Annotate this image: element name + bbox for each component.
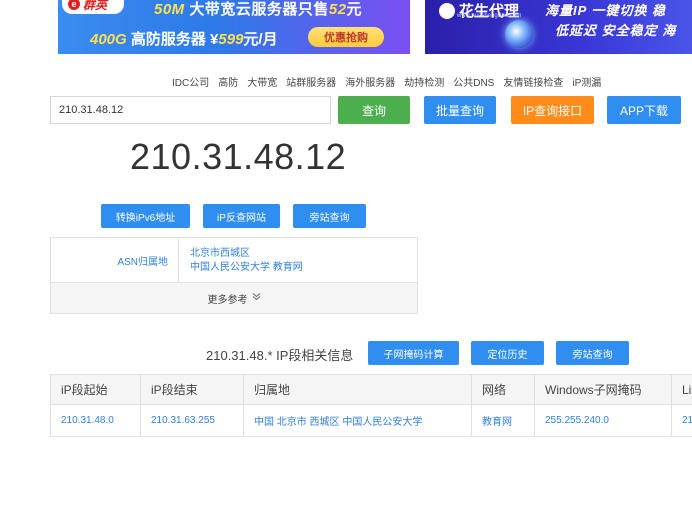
side-site-button[interactable]: 旁站查询 [293,204,366,228]
col-header-win-mask: Windows子网掩码 [534,374,672,405]
batch-query-button[interactable]: 批量查询 [424,96,496,124]
col-header-network: 网络 [471,374,535,405]
ad-banner-qunying[interactable]: e 群英 50M 大带宽云服务器只售52元 400G 高防服务器 ¥599元/月… [58,0,410,54]
result-ip: 210.31.48.12 [130,136,347,177]
cell-win-mask[interactable]: 255.255.240.0 [534,404,672,437]
asn-org-link[interactable]: 中国人民公安大学 教育网 [190,261,303,275]
banner-left-line2: 400G 高防服务器 ¥599元/月 [90,28,278,49]
nav-link-friendlink[interactable]: 友情链接检查 [503,74,563,89]
nav-links: IDC公司 高防 大带宽 站群服务器 海外服务器 劫持检测 公共DNS 友情链接… [172,74,610,89]
nav-link-gaofang[interactable]: 高防 [218,74,238,89]
banner-left-line2-price: 599 [218,31,244,48]
col-header-end: iP段结束 [140,374,244,405]
app-download-button[interactable]: APP下载 [607,96,681,124]
table-row: 210.31.48.0 210.31.63.255 中国 北京市 西城区 中国人… [50,404,692,437]
cell-location[interactable]: 中国 北京市 西城区 中国人民公安大学 [243,404,472,437]
banner-left-line1-mid: 大带宽云服务器只售 [184,1,329,18]
segment-side-site-button[interactable]: 旁站查询 [556,341,629,365]
nav-link-overseas[interactable]: 海外服务器 [345,74,395,89]
nav-link-hijack[interactable]: 劫持检测 [404,74,444,89]
nav-link-dns[interactable]: 公共DNS [453,74,494,89]
banner-left-line1: 50M 大带宽云服务器只售52元 [154,0,362,19]
huasheng-logo-icon [439,2,455,19]
segment-title: 210.31.48.* IP段相关信息 [206,348,354,363]
qunying-logo: e 群英 [62,0,124,14]
segment-header-row: iP段起始 iP段结束 归属地 网络 Windows子网掩码 Linux [50,374,692,405]
banner-left-line2-prefix: 400G [90,31,127,48]
segment-table: iP段起始 iP段结束 归属地 网络 Windows子网掩码 Linux 210… [50,374,692,437]
col-header-start: iP段起始 [50,374,141,405]
huasheng-url: www.huashengdaili.com [457,13,522,19]
double-chevron-down-icon [252,292,261,304]
subnet-calc-button[interactable]: 子网掩码计算 [368,341,459,365]
cell-network[interactable]: 教育网 [471,404,535,437]
ip-api-button[interactable]: IP查询接口 [511,96,594,124]
globe-icon [505,20,533,48]
nav-link-ip-leak[interactable]: iP测漏 [572,74,601,89]
qunying-logo-icon: e [68,0,80,10]
location-history-button[interactable]: 定位历史 [471,341,544,365]
ad-banner-huasheng[interactable]: 花生代理 www.huashengdaili.com 海量IP 一键切换 稳 低… [425,0,692,54]
banner-cta-button[interactable]: 优惠抢购 [308,27,384,47]
banner-right-line1: 海量IP 一键切换 稳 [545,3,667,18]
ip-search-input[interactable] [50,96,331,124]
col-header-linux: Linux [671,374,692,405]
cell-linux[interactable]: 21 [671,404,692,437]
banner-left-line1-prefix: 50M [154,1,185,18]
asn-row: ASN归属地 北京市西城区 中国人民公安大学 教育网 [51,238,417,283]
cell-start[interactable]: 210.31.48.0 [50,404,141,437]
asn-key[interactable]: ASN归属地 [51,238,179,282]
query-button[interactable]: 查询 [338,96,410,124]
nav-link-zhanqun[interactable]: 站群服务器 [286,74,336,89]
banner-left-line1-price: 52 [328,1,347,18]
col-header-location: 归属地 [243,374,472,405]
ip-info-table: ASN归属地 北京市西城区 中国人民公安大学 教育网 更多参考 [50,237,418,314]
banner-left-line2-mid: 高防服务器 ¥ [126,31,219,48]
qunying-logo-text: 群英 [83,0,108,12]
banner-left-line1-suffix: 元 [346,1,363,18]
asn-value: 北京市西城区 中国人民公安大学 教育网 [190,247,303,275]
reverse-lookup-button[interactable]: iP反查网站 [203,204,280,228]
asn-location-link[interactable]: 北京市西城区 [190,247,303,261]
more-reference-toggle[interactable]: 更多参考 [51,283,417,313]
nav-link-idc[interactable]: IDC公司 [172,74,209,89]
banner-left-line2-suffix: 元/月 [243,31,278,48]
cell-end[interactable]: 210.31.63.255 [140,404,244,437]
convert-ipv6-button[interactable]: 转换iPv6地址 [101,204,190,228]
banner-right-line2: 低延迟 安全稳定 海 [555,23,677,38]
nav-link-bandwidth[interactable]: 大带宽 [247,74,277,89]
more-reference-label: 更多参考 [207,294,248,306]
